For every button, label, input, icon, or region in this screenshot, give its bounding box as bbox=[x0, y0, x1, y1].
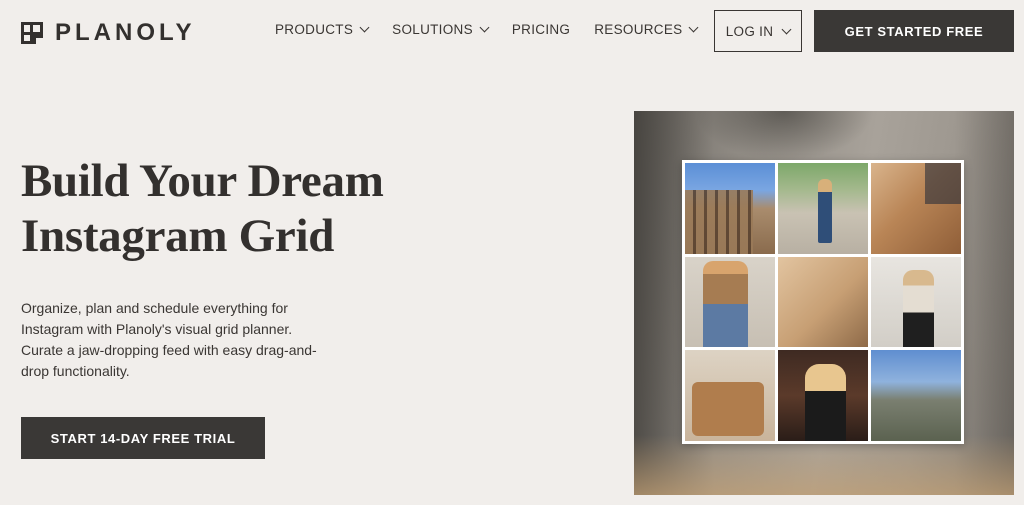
chevron-down-icon bbox=[689, 22, 699, 33]
nav-item-label: SOLUTIONS bbox=[392, 22, 473, 37]
hero-headline-line2: Instagram Grid bbox=[21, 210, 335, 262]
nav-item-label: PRODUCTS bbox=[275, 22, 354, 37]
main-nav: PRODUCTS SOLUTIONS PRICING RESOURCES bbox=[275, 22, 699, 37]
login-button[interactable]: LOG IN bbox=[714, 10, 802, 52]
nav-item-solutions[interactable]: SOLUTIONS bbox=[392, 22, 490, 37]
planoly-logo-icon bbox=[21, 22, 43, 44]
get-started-free-label: GET STARTED FREE bbox=[844, 23, 984, 39]
nav-item-label: PRICING bbox=[511, 22, 571, 37]
grid-photo-mountain-view bbox=[871, 350, 961, 441]
instagram-grid-preview bbox=[682, 160, 964, 444]
login-button-label: LOG IN bbox=[725, 23, 774, 39]
start-free-trial-label: START 14-DAY FREE TRIAL bbox=[50, 430, 236, 446]
start-free-trial-button[interactable]: START 14-DAY FREE TRIAL bbox=[21, 417, 265, 459]
chevron-down-icon bbox=[479, 22, 490, 33]
chevron-down-icon bbox=[781, 24, 792, 34]
grid-photo-woman-hat bbox=[871, 256, 961, 348]
planoly-logo[interactable]: PLANOLY bbox=[21, 19, 195, 47]
chevron-down-icon bbox=[359, 22, 370, 33]
grid-photo-shadow-wall bbox=[778, 256, 868, 348]
hero-headline-line1: Build Your Dream bbox=[21, 155, 384, 207]
hero-headline: Build Your Dream Instagram Grid bbox=[21, 154, 441, 264]
grid-photo-woman-smiling bbox=[778, 350, 868, 441]
grid-photo-street-woman bbox=[778, 163, 868, 254]
nav-item-pricing[interactable]: PRICING bbox=[512, 22, 570, 37]
nav-item-resources[interactable]: RESOURCES bbox=[594, 22, 699, 37]
grid-photo-colosseum bbox=[685, 163, 775, 254]
brand-name: PLANOLY bbox=[55, 19, 196, 46]
grid-photo-woman-sunglasses bbox=[685, 256, 775, 348]
grid-photo-coffee-table bbox=[871, 163, 961, 254]
get-started-free-button[interactable]: GET STARTED FREE bbox=[814, 10, 1014, 52]
hero-subtext: Organize, plan and schedule everything f… bbox=[21, 300, 317, 379]
nav-item-products[interactable]: PRODUCTS bbox=[275, 22, 370, 37]
nav-item-label: RESOURCES bbox=[594, 22, 683, 37]
grid-photo-handbag bbox=[685, 350, 775, 441]
